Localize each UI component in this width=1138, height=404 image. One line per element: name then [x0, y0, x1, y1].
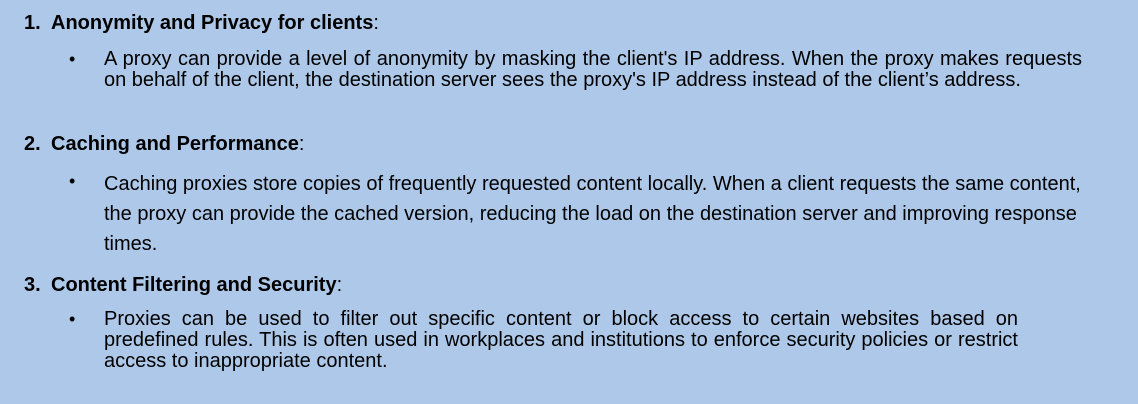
bullet-text: A proxy can provide a level of anonymity… [104, 48, 1082, 91]
section-number: 2. [24, 133, 41, 155]
section-title-colon: : [373, 12, 379, 34]
section-heading: 3. Content Filtering and Security: [24, 273, 1098, 297]
bullet-item: • Caching proxies store copies of freque… [24, 169, 1098, 259]
bullet-icon: • [69, 49, 76, 69]
bullet-item: • A proxy can provide a level of anonymi… [24, 49, 1098, 91]
document-page: 1. Anonymity and Privacy for clients: • A… [0, 0, 1138, 404]
list-item-anonymity-privacy: 1. Anonymity and Privacy for clients: • A… [24, 11, 1098, 91]
bullet-icon: • [69, 309, 76, 329]
bullet-item: • Proxies can be used to filter out spec… [24, 309, 1098, 372]
list-item-content-filtering-security: 3. Content Filtering and Security: • Prox… [24, 273, 1098, 372]
bullet-text: Proxies can be used to filter out specif… [104, 308, 1018, 372]
section-title: Content Filtering and Security [51, 274, 337, 296]
list-item-caching-performance: 2. Caching and Performance: • Caching pro… [24, 132, 1098, 259]
section-heading: 2. Caching and Performance: [24, 132, 1098, 156]
section-number: 3. [24, 274, 41, 296]
section-heading: 1. Anonymity and Privacy for clients: [24, 11, 1098, 35]
section-title: Caching and Performance [51, 133, 299, 155]
section-title: Anonymity and Privacy for clients [51, 12, 374, 34]
section-title-colon: : [336, 274, 343, 296]
bullet-icon: • [69, 171, 76, 191]
bullet-text: Caching proxies store copies of frequent… [104, 173, 1081, 255]
section-number: 1. [24, 12, 41, 34]
section-title-colon: : [298, 133, 305, 155]
